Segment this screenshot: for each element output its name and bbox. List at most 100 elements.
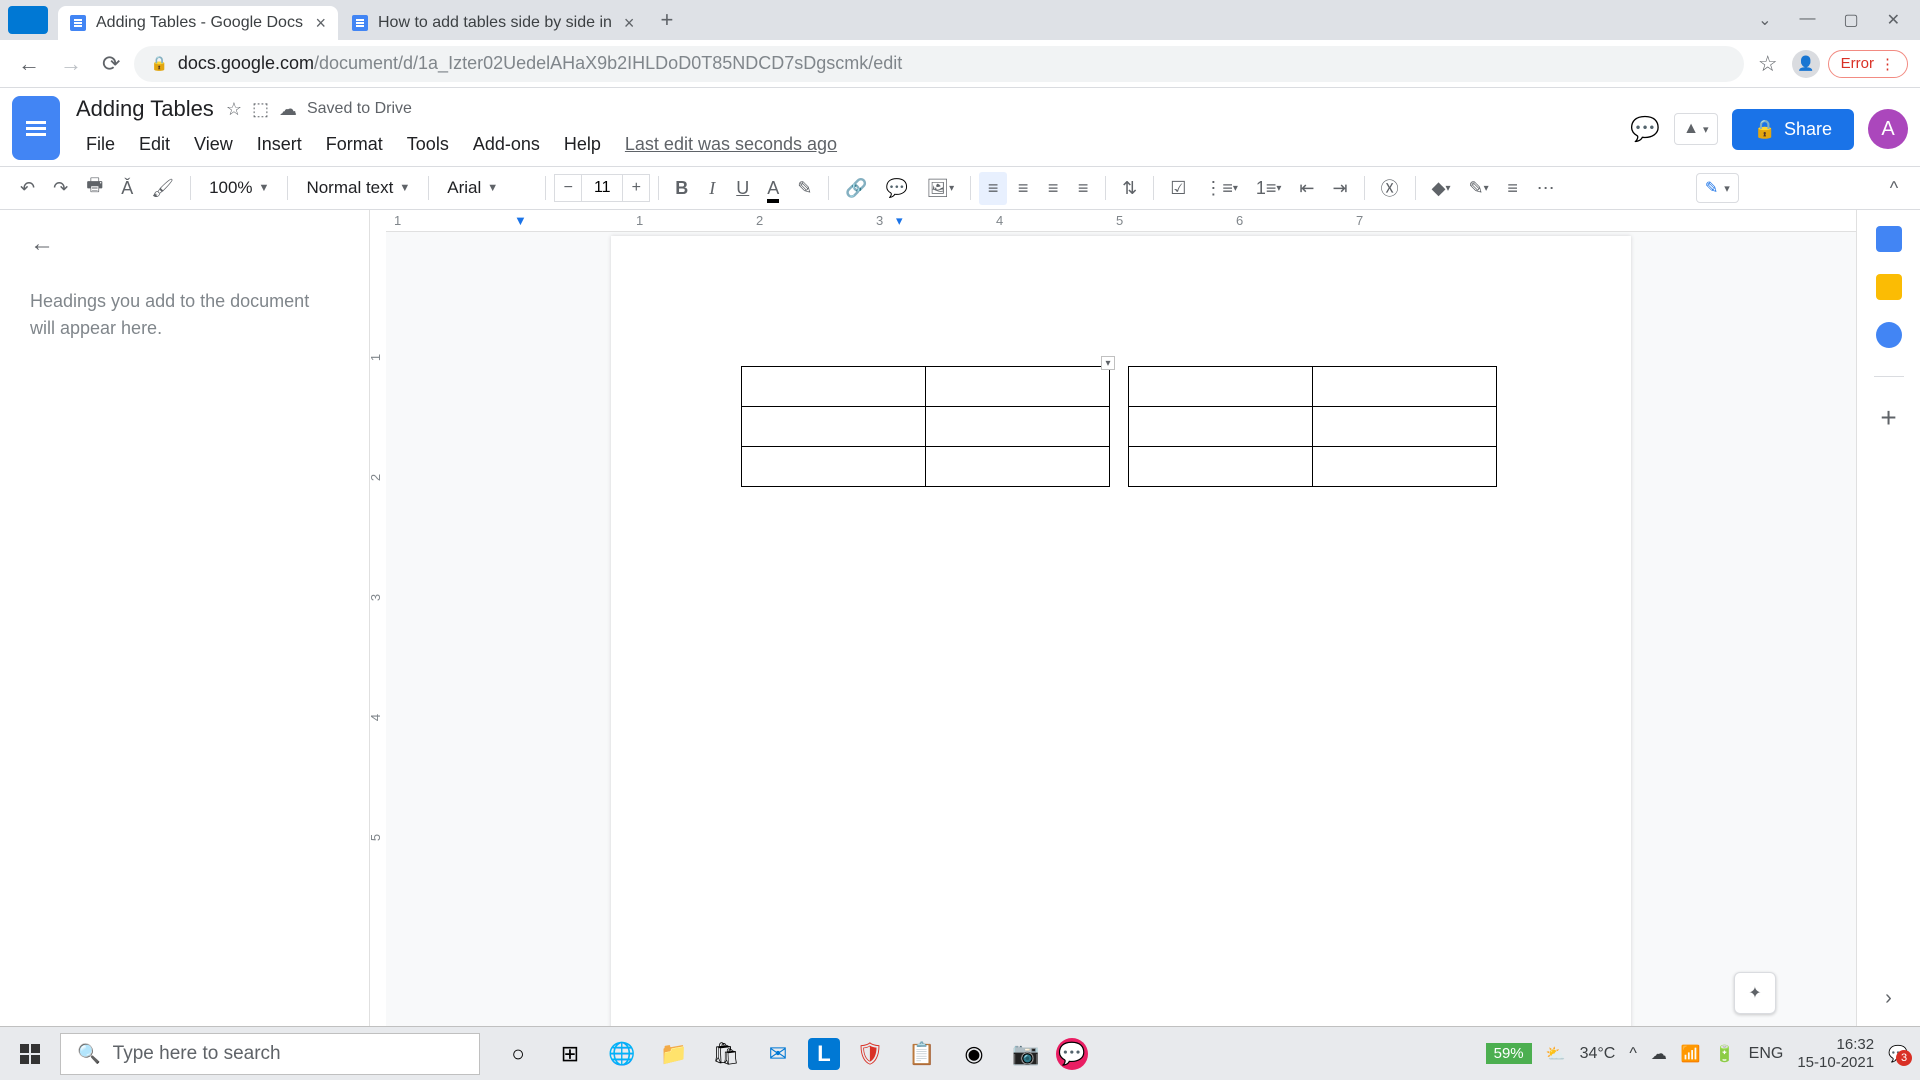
border-dash-button[interactable]: ⋯ — [1529, 172, 1563, 205]
task-view-icon[interactable]: ⊞ — [548, 1032, 592, 1076]
temperature[interactable]: 34°C — [1580, 1045, 1616, 1063]
extension-error[interactable]: Error⋮ — [1828, 50, 1908, 78]
share-button[interactable]: 🔒 Share — [1732, 109, 1854, 150]
start-button[interactable] — [0, 1027, 60, 1080]
weather-icon[interactable]: ⛅ — [1546, 1044, 1566, 1064]
bookmark-star-icon[interactable]: ☆ — [1752, 45, 1784, 83]
calendar-icon[interactable] — [1876, 226, 1902, 252]
new-tab-button[interactable]: + — [648, 7, 685, 33]
messenger-icon[interactable]: 💬 — [1056, 1038, 1088, 1070]
outline-collapse-icon[interactable]: ← — [30, 230, 339, 258]
tab-stop-icon[interactable]: ▾ — [896, 213, 903, 229]
horizontal-ruler[interactable]: 1 1 2 3 4 5 6 7 ▼ ▾ — [386, 210, 1856, 232]
undo-button[interactable]: ↶ — [12, 172, 43, 205]
minimize-icon[interactable]: — — [1799, 10, 1815, 30]
highlight-button[interactable]: ✎ — [789, 172, 820, 205]
camera-icon[interactable]: 📷 — [1004, 1032, 1048, 1076]
clear-formatting-button[interactable]: Ⓧ — [1373, 169, 1407, 207]
explore-button[interactable]: ✦ — [1734, 972, 1776, 1014]
present-button[interactable]: ▲▾ — [1674, 113, 1717, 145]
tabs-dropdown-icon[interactable]: ⌄ — [1758, 10, 1771, 30]
zoom-select[interactable]: 100%▼ — [199, 174, 279, 202]
spellcheck-button[interactable]: Ǎ — [113, 172, 141, 205]
close-icon[interactable]: × — [303, 13, 326, 34]
document-page[interactable]: ▾ — [611, 236, 1631, 1026]
mcafee-icon[interactable]: 🛡 — [848, 1032, 892, 1076]
tray-expand-icon[interactable]: ^ — [1629, 1045, 1637, 1063]
app-switcher[interactable] — [8, 6, 48, 34]
menu-tools[interactable]: Tools — [397, 130, 459, 159]
align-left-button[interactable]: ≡ — [979, 172, 1007, 205]
menu-insert[interactable]: Insert — [247, 130, 312, 159]
docs-logo-icon[interactable] — [12, 96, 60, 160]
comments-icon[interactable]: 💬 — [1630, 115, 1660, 144]
font-size-decrease[interactable]: − — [554, 174, 582, 202]
mail-icon[interactable]: ✉ — [756, 1032, 800, 1076]
last-edit-link[interactable]: Last edit was seconds ago — [615, 130, 847, 159]
store-icon[interactable]: 🛍 — [704, 1032, 748, 1076]
tab-inactive[interactable]: How to add tables side by side in × — [340, 6, 646, 40]
taskbar-search[interactable]: 🔍 Type here to search — [60, 1033, 480, 1075]
keep-icon[interactable] — [1876, 274, 1902, 300]
insert-image-button[interactable]: 🖼▾ — [918, 172, 962, 205]
move-icon[interactable]: ⬚ — [252, 99, 269, 120]
checklist-button[interactable]: ☑ — [1162, 172, 1194, 205]
menu-addons[interactable]: Add-ons — [463, 130, 550, 159]
underline-button[interactable]: U — [728, 172, 757, 205]
chrome-icon[interactable]: ◉ — [952, 1032, 996, 1076]
forward-button[interactable]: → — [54, 45, 88, 83]
account-avatar[interactable]: A — [1868, 109, 1908, 149]
language-indicator[interactable]: ENG — [1749, 1045, 1784, 1063]
power-icon[interactable]: 🔋 — [1715, 1044, 1735, 1064]
insert-link-button[interactable]: 🔗 — [837, 172, 875, 205]
bold-button[interactable]: B — [667, 172, 696, 205]
redo-button[interactable]: ↷ — [45, 172, 76, 205]
tasks-icon[interactable] — [1876, 322, 1902, 348]
network-icon[interactable]: 📶 — [1681, 1044, 1701, 1064]
menu-file[interactable]: File — [76, 130, 125, 159]
menu-format[interactable]: Format — [316, 130, 393, 159]
document-title[interactable]: Adding Tables — [76, 96, 214, 122]
font-size-value[interactable]: 11 — [582, 174, 622, 202]
reload-button[interactable]: ⟳ — [96, 45, 126, 83]
edge-icon[interactable]: 🌐 — [600, 1032, 644, 1076]
close-window-icon[interactable]: ✕ — [1887, 10, 1900, 30]
menu-help[interactable]: Help — [554, 130, 611, 159]
cortana-icon[interactable]: ○ — [496, 1032, 540, 1076]
close-icon[interactable]: × — [612, 13, 635, 34]
align-justify-button[interactable]: ≡ — [1069, 172, 1097, 205]
menu-view[interactable]: View — [184, 130, 243, 159]
print-button[interactable]: 🖶 — [78, 167, 111, 209]
border-width-button[interactable]: ≡ — [1499, 172, 1527, 205]
bulleted-list-button[interactable]: ⋮≡▾ — [1196, 172, 1246, 205]
paragraph-style-select[interactable]: Normal text▼ — [296, 174, 420, 202]
profile-button[interactable]: 👤 — [1792, 50, 1820, 78]
battery-indicator[interactable]: 59% — [1486, 1043, 1532, 1064]
border-color-button[interactable]: ✎▾ — [1460, 172, 1496, 205]
paint-format-button[interactable]: 🖌 — [143, 172, 182, 205]
text-color-button[interactable]: A — [759, 172, 787, 205]
table-left[interactable] — [741, 366, 1110, 487]
align-right-button[interactable]: ≡ — [1039, 172, 1067, 205]
font-size-increase[interactable]: + — [622, 174, 650, 202]
italic-button[interactable]: I — [698, 172, 726, 205]
line-spacing-button[interactable]: ⇅ — [1114, 172, 1145, 205]
maximize-icon[interactable]: ▢ — [1843, 10, 1858, 30]
collapse-toolbar-button[interactable]: ^ — [1880, 172, 1908, 205]
fill-color-button[interactable]: ◆▾ — [1424, 172, 1459, 205]
editing-mode-button[interactable]: ✎ ▾ — [1696, 173, 1739, 203]
insert-comment-button[interactable]: 💬 — [878, 172, 916, 205]
notifications-icon[interactable]: 💬 — [1888, 1044, 1908, 1064]
table-handle-icon[interactable]: ▾ — [1101, 356, 1115, 370]
table-right[interactable] — [1128, 366, 1497, 487]
align-center-button[interactable]: ≡ — [1009, 172, 1037, 205]
url-input[interactable]: 🔒 docs.google.com/document/d/1a_Izter02U… — [134, 46, 1743, 82]
onedrive-icon[interactable]: ☁ — [1651, 1044, 1667, 1064]
star-icon[interactable]: ☆ — [226, 99, 242, 120]
font-select[interactable]: Arial▼ — [437, 174, 537, 202]
file-explorer-icon[interactable]: 📁 — [652, 1032, 696, 1076]
clock[interactable]: 16:32 15-10-2021 — [1797, 1036, 1874, 1072]
numbered-list-button[interactable]: 1≡▾ — [1248, 172, 1290, 205]
increase-indent-button[interactable]: ⇥ — [1325, 172, 1356, 205]
app-l-icon[interactable]: L — [808, 1038, 840, 1070]
